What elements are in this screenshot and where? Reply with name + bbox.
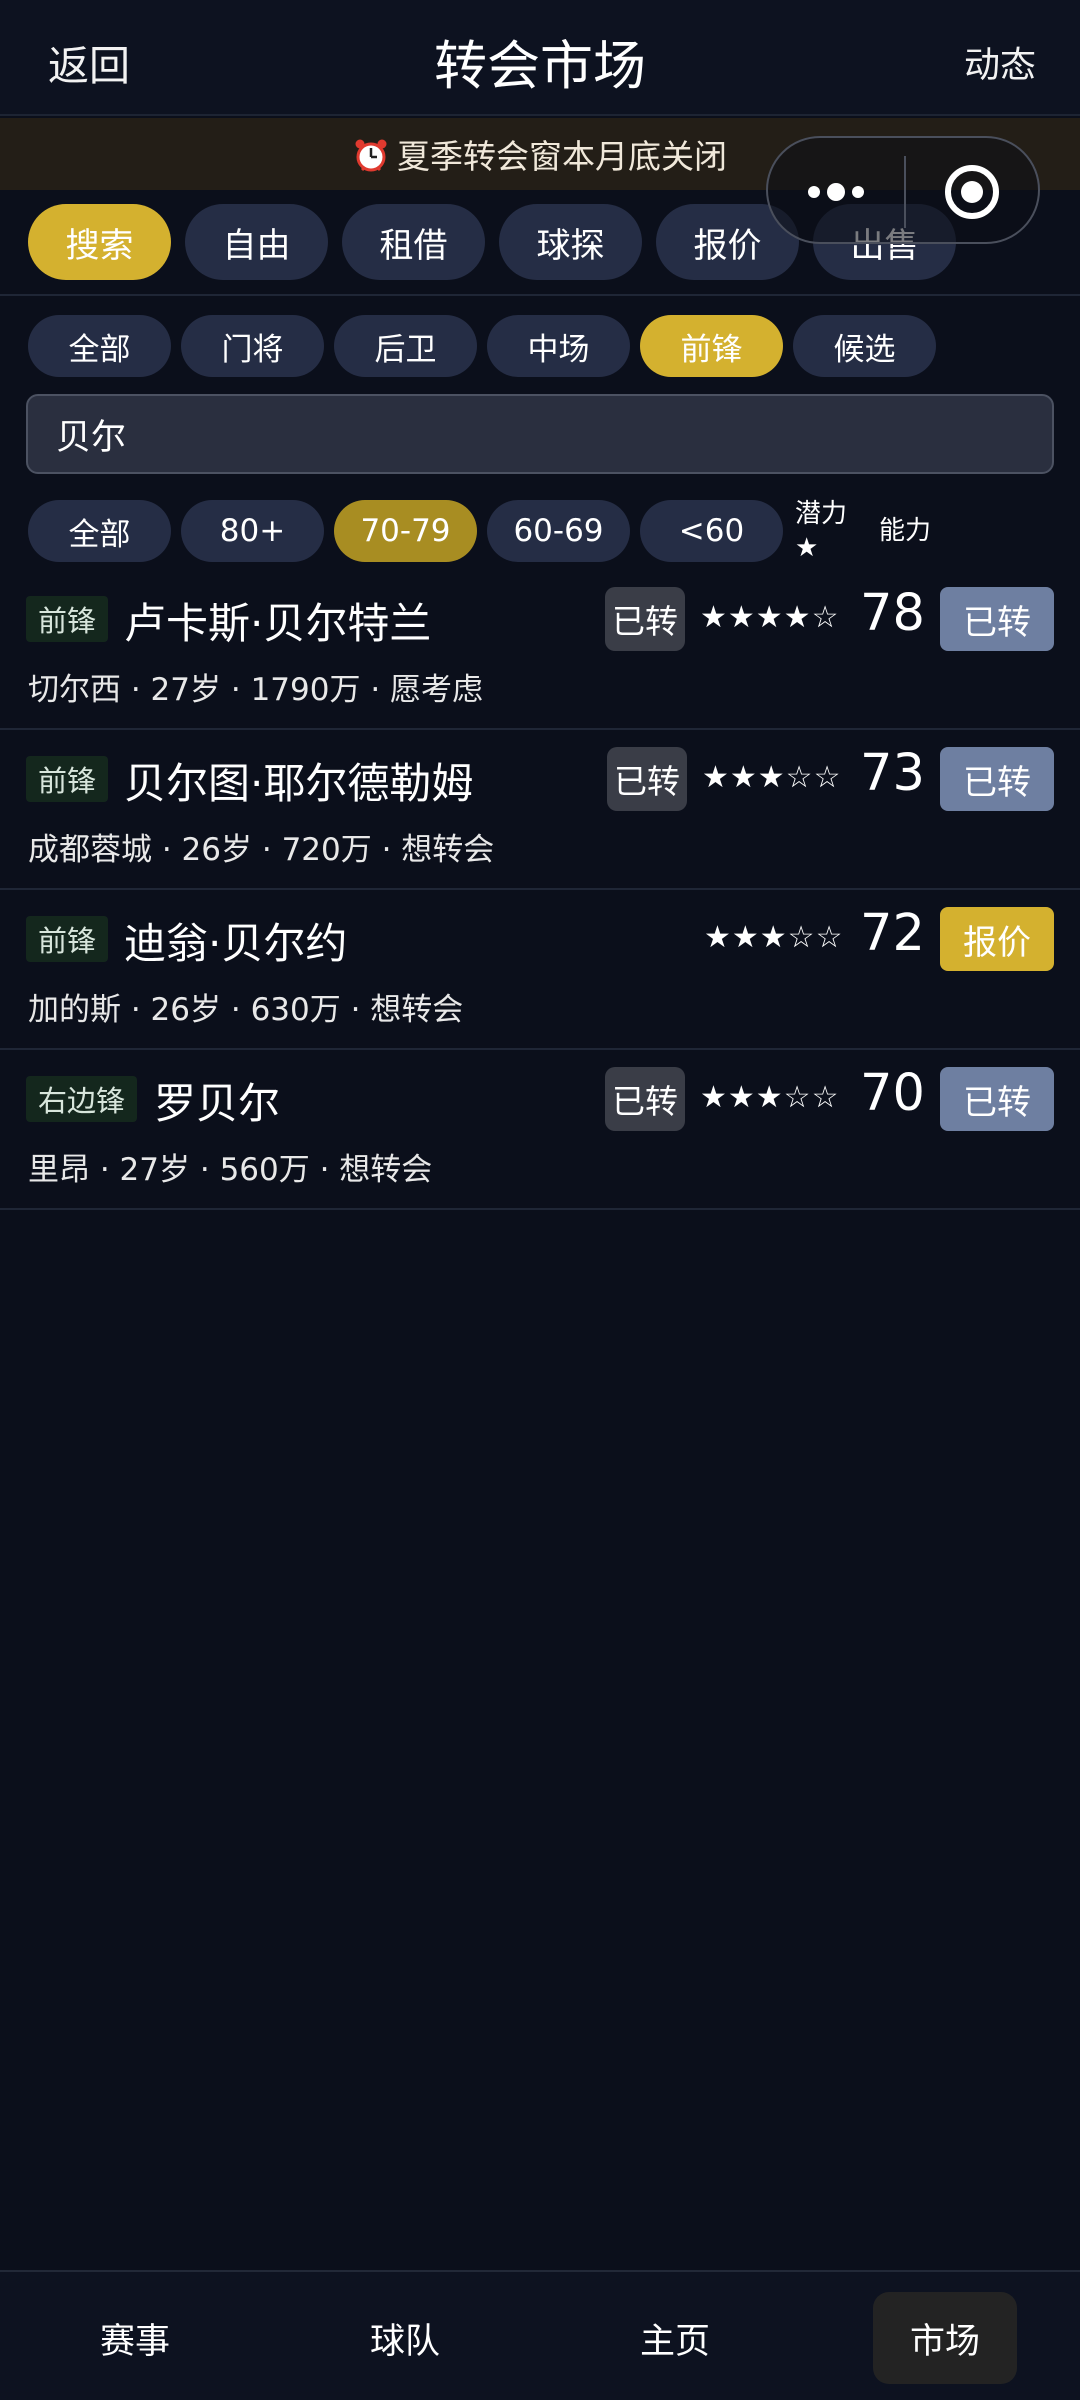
sort-by-potential[interactable]: 潜力★	[795, 497, 855, 565]
alarm-clock-icon	[355, 139, 387, 172]
player-row[interactable]: 前锋 迪翁·贝尔约 ★★★☆☆ 72 报价 加的斯 · 26岁 · 630万 ·…	[0, 890, 1080, 1050]
nav-market[interactable]: 市场	[873, 2292, 1017, 2384]
tab-scout[interactable]: 球探	[499, 204, 642, 280]
rating-filter-all[interactable]: 全部	[28, 500, 171, 562]
capsule-separator	[904, 156, 906, 228]
mini-program-capsule	[766, 136, 1040, 244]
player-meta: 加的斯 · 26岁 · 630万 · 想转会	[28, 992, 464, 1028]
position-filter-defender[interactable]: 后卫	[334, 315, 477, 377]
tab-search[interactable]: 搜索	[28, 204, 171, 280]
position-filter-row: 全部 门将 后卫 中场 前锋 候选	[28, 315, 936, 377]
tab-loan[interactable]: 租借	[342, 204, 485, 280]
transferred-tag: 已转	[605, 1067, 685, 1131]
more-dots-icon[interactable]	[806, 178, 866, 206]
position-badge: 前锋	[26, 916, 109, 962]
ability-rating: 73	[860, 744, 925, 803]
position-filter-forward[interactable]: 前锋	[640, 315, 783, 377]
activity-button[interactable]: 动态	[964, 36, 1036, 88]
transferred-tag: 已转	[607, 747, 687, 811]
position-badge: 右边锋	[26, 1076, 138, 1122]
top-header: 返回 转会市场 动态	[0, 0, 1080, 116]
player-meta: 成都蓉城 · 26岁 · 720万 · 想转会	[28, 832, 495, 868]
nav-matches[interactable]: 赛事	[63, 2292, 207, 2384]
position-filter-midfielder[interactable]: 中场	[487, 315, 630, 377]
player-meta: 切尔西 · 27岁 · 1790万 · 愿考虑	[28, 672, 484, 708]
tab-free[interactable]: 自由	[185, 204, 328, 280]
potential-stars: ★★★☆☆	[700, 1080, 840, 1115]
banner-text: 夏季转会窗本月底关闭	[397, 137, 727, 176]
target-close-icon[interactable]	[942, 162, 1002, 222]
player-name: 贝尔图·耶尔德勒姆	[124, 759, 474, 808]
position-badge: 前锋	[26, 596, 109, 642]
position-badge: 前锋	[26, 756, 109, 802]
rating-filter-80-plus[interactable]: 80+	[181, 500, 324, 562]
potential-stars: ★★★☆☆	[702, 760, 842, 795]
player-name: 迪翁·贝尔约	[124, 919, 348, 968]
ability-rating: 72	[860, 904, 925, 963]
player-row[interactable]: 前锋 贝尔图·耶尔德勒姆 已转 ★★★☆☆ 73 已转 成都蓉城 · 26岁 ·…	[0, 730, 1080, 890]
rating-filter-60-69[interactable]: 60-69	[487, 500, 630, 562]
nav-team[interactable]: 球队	[333, 2292, 477, 2384]
position-filter-shortlist[interactable]: 候选	[793, 315, 936, 377]
player-name: 罗贝尔	[154, 1079, 281, 1128]
player-row[interactable]: 前锋 卢卡斯·贝尔特兰 已转 ★★★★☆ 78 已转 切尔西 · 27岁 · 1…	[0, 570, 1080, 730]
player-name: 卢卡斯·贝尔特兰	[124, 599, 432, 648]
rating-filter-70-79[interactable]: 70-79	[334, 500, 477, 562]
potential-stars: ★★★★☆	[700, 600, 840, 635]
rating-filter-row: 全部 80+ 70-79 60-69 <60 潜力★ 能力	[28, 497, 931, 565]
rating-filter-under-60[interactable]: <60	[640, 500, 783, 562]
player-meta: 里昂 · 27岁 · 560万 · 想转会	[28, 1152, 433, 1188]
transferred-button[interactable]: 已转	[940, 587, 1054, 651]
player-row[interactable]: 右边锋 罗贝尔 已转 ★★★☆☆ 70 已转 里昂 · 27岁 · 560万 ·…	[0, 1050, 1080, 1210]
ability-rating: 78	[860, 584, 925, 643]
potential-stars: ★★★☆☆	[704, 920, 844, 955]
position-filter-all[interactable]: 全部	[28, 315, 171, 377]
nav-home[interactable]: 主页	[603, 2292, 747, 2384]
search-input[interactable]: 贝尔	[26, 394, 1054, 474]
player-list: 前锋 卢卡斯·贝尔特兰 已转 ★★★★☆ 78 已转 切尔西 · 27岁 · 1…	[0, 570, 1080, 1210]
sort-by-ability[interactable]: 能力	[879, 514, 931, 548]
tabs-divider	[0, 294, 1080, 296]
transferred-button[interactable]: 已转	[940, 747, 1054, 811]
transferred-button[interactable]: 已转	[940, 1067, 1054, 1131]
position-filter-goalkeeper[interactable]: 门将	[181, 315, 324, 377]
bottom-nav: 赛事 球队 主页 市场	[0, 2270, 1080, 2400]
transferred-tag: 已转	[605, 587, 685, 651]
page-title: 转会市场	[434, 36, 646, 97]
ability-rating: 70	[860, 1064, 925, 1123]
make-offer-button[interactable]: 报价	[940, 907, 1054, 971]
